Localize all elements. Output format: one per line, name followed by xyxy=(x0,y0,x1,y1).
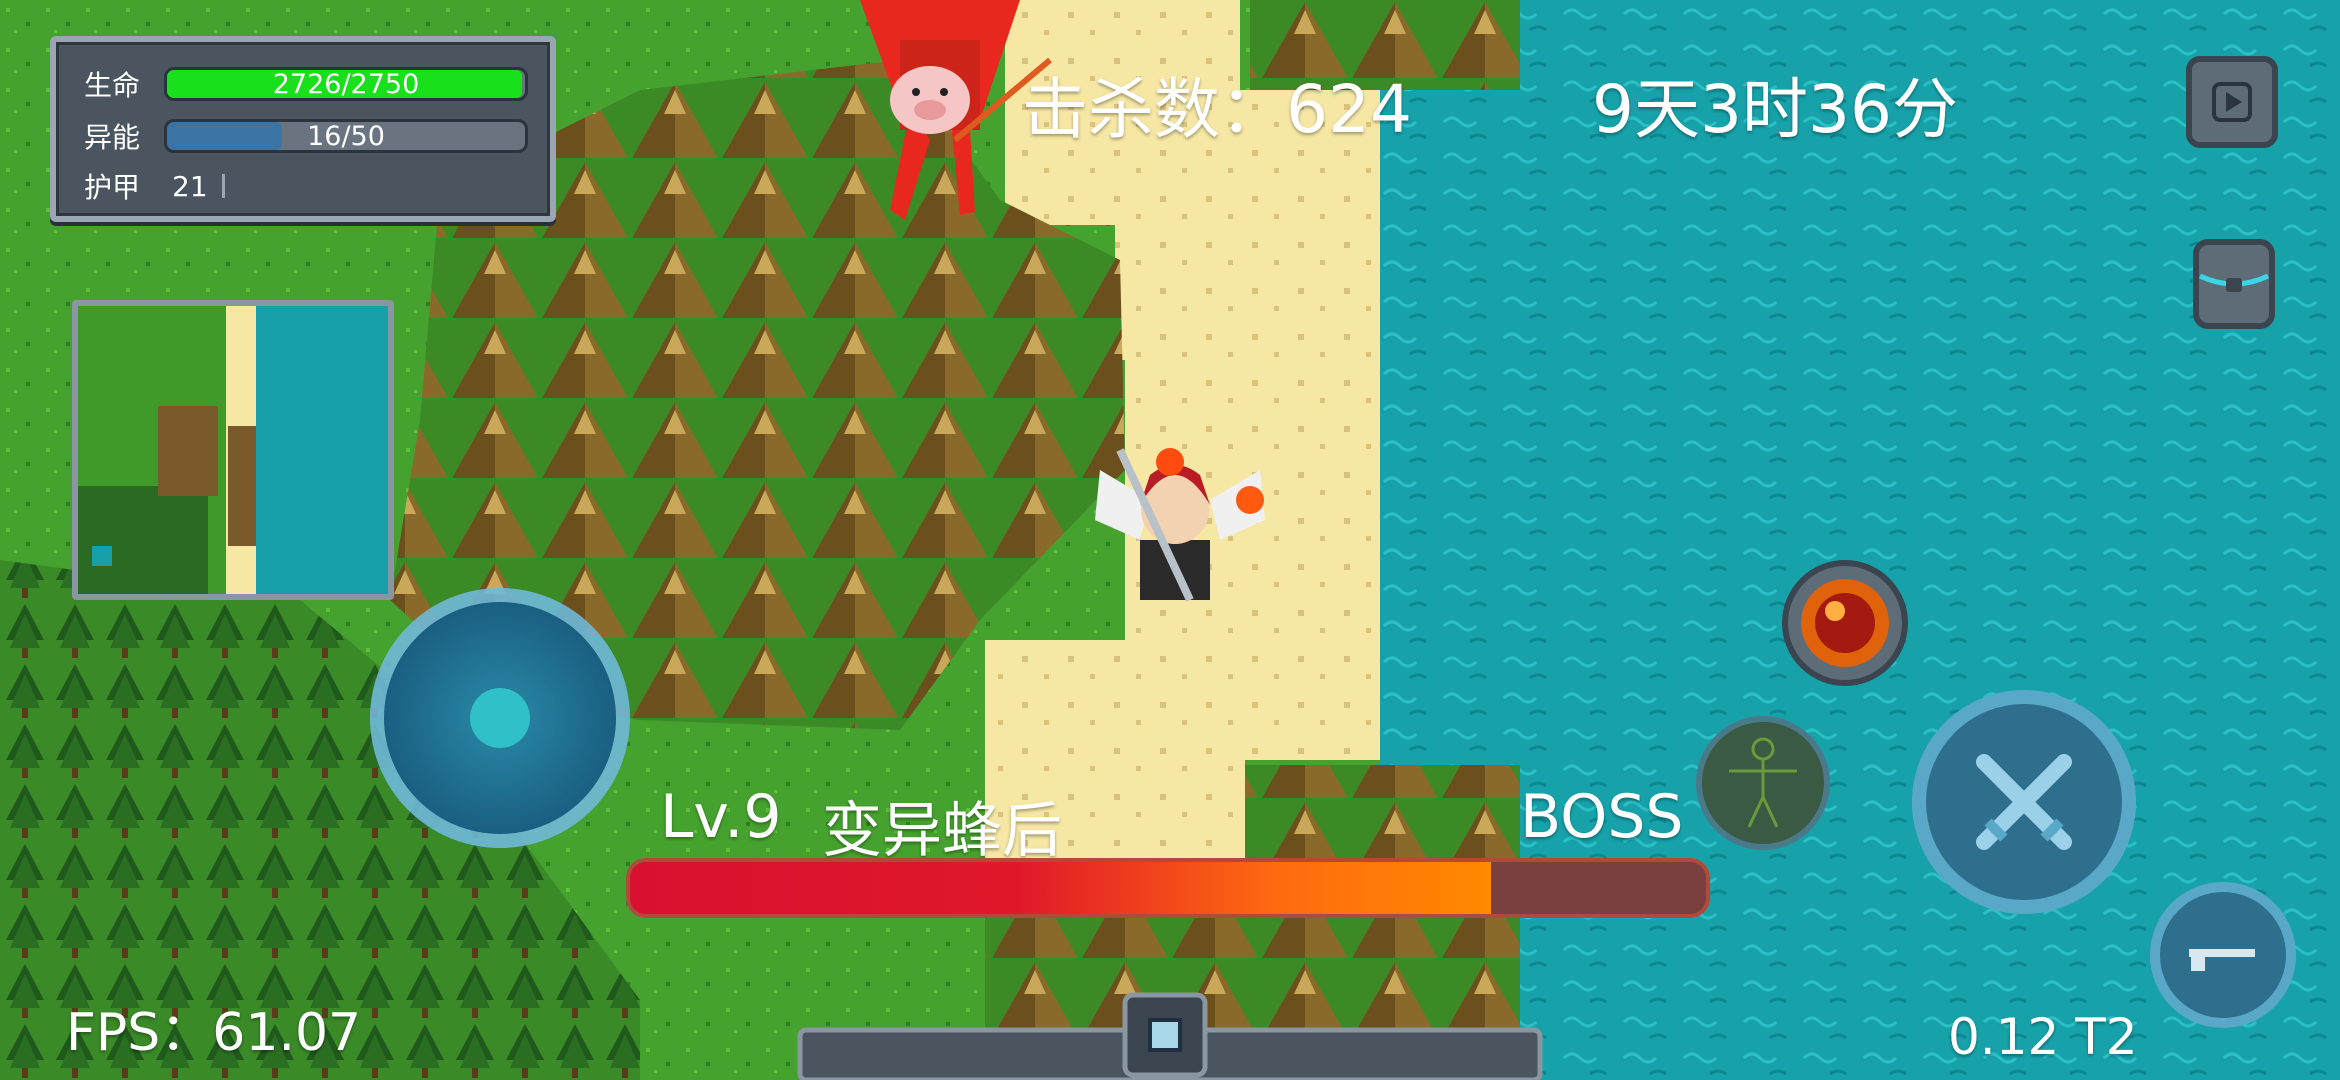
player-stats-panel: 生命 2726/2750 异能 16/50 护甲 21 xyxy=(50,36,556,222)
kill-counter: 击杀数：624 xyxy=(1022,71,1412,148)
armor-label: 护甲 xyxy=(84,171,141,204)
fireball-skill-button[interactable] xyxy=(1782,560,1908,686)
gun-icon xyxy=(2189,949,2255,971)
boss-level: Lv.9 xyxy=(660,782,782,852)
armor-row: 护甲 21 xyxy=(84,166,225,206)
weapon-switch-button[interactable] xyxy=(2150,882,2296,1028)
backpack-icon xyxy=(2193,239,2275,329)
play-icon xyxy=(2212,82,2252,122)
fps-counter: FPS：61.07 xyxy=(66,1003,362,1063)
attack-button[interactable] xyxy=(1912,690,2136,914)
boss-tag: BOSS xyxy=(1520,782,1684,852)
joystick-art xyxy=(370,588,630,848)
backpack-button[interactable] xyxy=(2186,232,2282,332)
hp-label: 生命 xyxy=(84,69,141,102)
minimap[interactable] xyxy=(72,300,394,600)
character-icon xyxy=(1729,737,1797,828)
hp-row: 生命 2726/2750 xyxy=(84,64,528,104)
hp-bar: 2726/2750 xyxy=(164,67,528,101)
fireball-skill-icon xyxy=(1801,579,1889,667)
armor-bar xyxy=(221,174,225,198)
minimap-content xyxy=(78,306,388,594)
game-clock: 9天3时36分 xyxy=(1592,71,1958,148)
version-label: 0.12 T2 xyxy=(1948,1008,2138,1066)
hp-value: 2726/2750 xyxy=(272,68,420,100)
character-button[interactable] xyxy=(1696,716,1830,850)
energy-row: 异能 16/50 xyxy=(84,116,528,156)
crossed-swords-icon xyxy=(1976,754,2072,850)
play-button[interactable] xyxy=(2186,56,2278,148)
energy-label: 异能 xyxy=(84,121,141,154)
boss-hp-bar-fill xyxy=(630,862,1491,914)
energy-value: 16/50 xyxy=(307,120,385,152)
armor-value: 21 xyxy=(172,169,208,203)
energy-bar: 16/50 xyxy=(164,119,528,153)
boss-name: 变异蜂后 xyxy=(822,796,1062,866)
boss-hp-bar xyxy=(626,858,1710,918)
